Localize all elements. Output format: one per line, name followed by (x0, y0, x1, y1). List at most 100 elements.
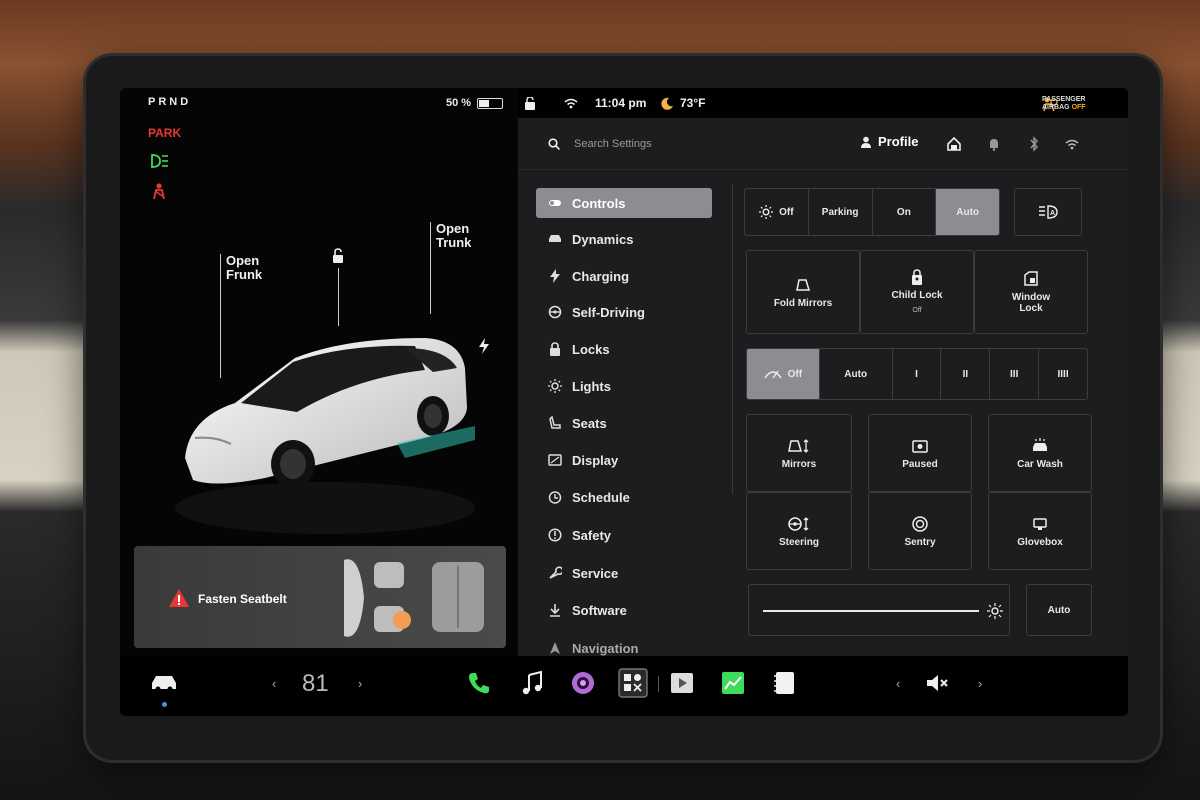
child-lock-label: Child Lock (891, 290, 943, 301)
sentry-button[interactable]: Sentry (868, 492, 972, 570)
menu-label: Self-Driving (572, 304, 645, 320)
child-lock-button[interactable]: Child Lock Off (860, 250, 974, 334)
profile-button[interactable]: Profile (860, 134, 918, 149)
battery-status: 50 % (446, 97, 504, 109)
search-settings-input[interactable]: Search Settings (574, 138, 652, 150)
menu-item-schedule[interactable]: Schedule (536, 482, 712, 512)
headlights-off-button[interactable]: Off (745, 189, 809, 235)
active-indicator-dot (162, 702, 167, 707)
open-frunk-button[interactable]: Open Frunk (226, 254, 262, 282)
toybox-icon[interactable] (618, 668, 648, 698)
wrench-icon (549, 566, 562, 579)
battery-fill (479, 99, 490, 107)
wipers-speed-2-button[interactable]: II (941, 349, 991, 399)
menu-divider (732, 184, 733, 494)
notifications-bell-icon[interactable] (986, 136, 1002, 152)
airbag-line1: PASSENGER (1042, 96, 1086, 103)
temp-down-chevron[interactable]: ‹ (272, 676, 276, 691)
window-lock-button[interactable]: Window Lock (974, 250, 1088, 334)
volume-left-chevron[interactable]: ‹ (896, 676, 900, 691)
battery-icon (477, 97, 504, 109)
fold-mirrors-button[interactable]: Fold Mirrors (746, 250, 860, 334)
wipers-speed-2-label: II (962, 368, 969, 380)
headlight-telltale-icon (151, 154, 168, 168)
volume-mute-icon[interactable] (924, 670, 950, 696)
steering-adjust-icon (788, 516, 809, 531)
settings-header: Search Settings Profile (518, 118, 1128, 170)
sentry-icon (912, 515, 928, 532)
driver-profile-lock-icon[interactable] (524, 97, 536, 110)
menu-item-dynamics[interactable]: Dynamics (536, 224, 712, 254)
steering-adjust-button[interactable]: Steering (746, 492, 852, 570)
wipers-auto-button[interactable]: Auto (820, 349, 893, 399)
bottom-dock: ‹ 81 › ‹ › (120, 656, 1128, 716)
car-view-pane: PRND PARK 50 % Open Frunk Open Trunk Fas… (120, 88, 518, 656)
temp-up-chevron[interactable]: › (358, 676, 362, 691)
camera-icon[interactable] (570, 670, 596, 696)
music-icon[interactable] (520, 670, 546, 696)
homelink-icon[interactable] (946, 136, 962, 152)
mirrors-adjust-button[interactable]: Mirrors (746, 414, 852, 492)
wipers-speed-4-button[interactable]: IIII (1039, 349, 1087, 399)
phone-icon[interactable] (466, 670, 492, 696)
seat-icon (549, 416, 561, 429)
auto-high-beam-button[interactable]: A (1014, 188, 1082, 236)
headlights-on-button[interactable]: On (873, 189, 937, 235)
dashcam-button[interactable]: Paused (868, 414, 972, 492)
menu-item-display[interactable]: Display (536, 445, 712, 475)
theater-icon[interactable] (669, 670, 695, 696)
volume-right-chevron[interactable]: › (978, 676, 982, 691)
headlights-auto-button[interactable]: Auto (936, 189, 999, 235)
headlights-parking-label: Parking (821, 206, 859, 218)
headlights-parking-button[interactable]: Parking (809, 189, 873, 235)
search-icon[interactable] (548, 138, 560, 150)
toggle-icon (549, 200, 561, 206)
airbag-state: OFF (1071, 104, 1086, 111)
airbag-line2: AIRBAG (1042, 104, 1070, 111)
brightness-auto-button[interactable]: Auto (1026, 584, 1092, 636)
menu-label: Display (572, 452, 619, 468)
menu-label: Schedule (572, 489, 630, 505)
sun-icon (759, 205, 774, 219)
car-wash-icon (1033, 437, 1047, 451)
bluetooth-icon[interactable] (1026, 136, 1042, 152)
menu-item-service[interactable]: Service (536, 558, 712, 588)
headlight-selector: Off Parking On Auto (744, 188, 1000, 236)
menu-label: Service (572, 565, 619, 581)
gear-indicator: PRND (148, 96, 192, 108)
glovebox-label: Glovebox (1017, 536, 1063, 548)
wipers-speed-1-button[interactable]: I (893, 349, 942, 399)
wipers-speed-3-label: III (1010, 368, 1019, 380)
bolt-icon (550, 269, 560, 283)
brightness-track[interactable] (763, 610, 979, 612)
menu-item-safety[interactable]: Safety (536, 520, 712, 550)
wipers-off-button[interactable]: Off (747, 349, 820, 399)
menu-item-self-driving[interactable]: Self-Driving (536, 297, 712, 327)
open-trunk-button[interactable]: Open Trunk (436, 222, 471, 250)
car-controls-icon[interactable] (150, 672, 178, 694)
menu-item-charging[interactable]: Charging (536, 261, 712, 291)
car-wash-button[interactable]: Car Wash (988, 414, 1092, 492)
wipers-auto-label: Auto (844, 368, 868, 380)
menu-item-software[interactable]: Software (536, 595, 712, 625)
headlights-off-label: Off (779, 206, 794, 218)
menu-item-lights[interactable]: Lights (536, 371, 712, 401)
cabin-temperature[interactable]: 81 (302, 670, 329, 698)
dock-separator (658, 676, 659, 692)
brightness-slider[interactable] (748, 584, 1010, 636)
menu-item-locks[interactable]: Locks (536, 334, 712, 364)
wifi-settings-icon[interactable] (1064, 136, 1080, 152)
car-3d-model (175, 338, 475, 534)
wipers-speed-4-label: IIII (1057, 368, 1069, 380)
seat-occupancy-diagram (344, 559, 484, 637)
wipers-speed-3-button[interactable]: III (990, 349, 1040, 399)
menu-item-controls[interactable]: Controls (536, 188, 712, 218)
notes-icon[interactable] (772, 670, 798, 696)
warning-icon (169, 589, 189, 607)
menu-item-seats[interactable]: Seats (536, 408, 712, 438)
glovebox-button[interactable]: Glovebox (988, 492, 1092, 570)
trunk-label-line1: Open (436, 221, 470, 236)
dashcam-label: Paused (902, 458, 938, 470)
unlock-icon[interactable] (330, 248, 346, 264)
chart-icon[interactable] (720, 670, 746, 696)
